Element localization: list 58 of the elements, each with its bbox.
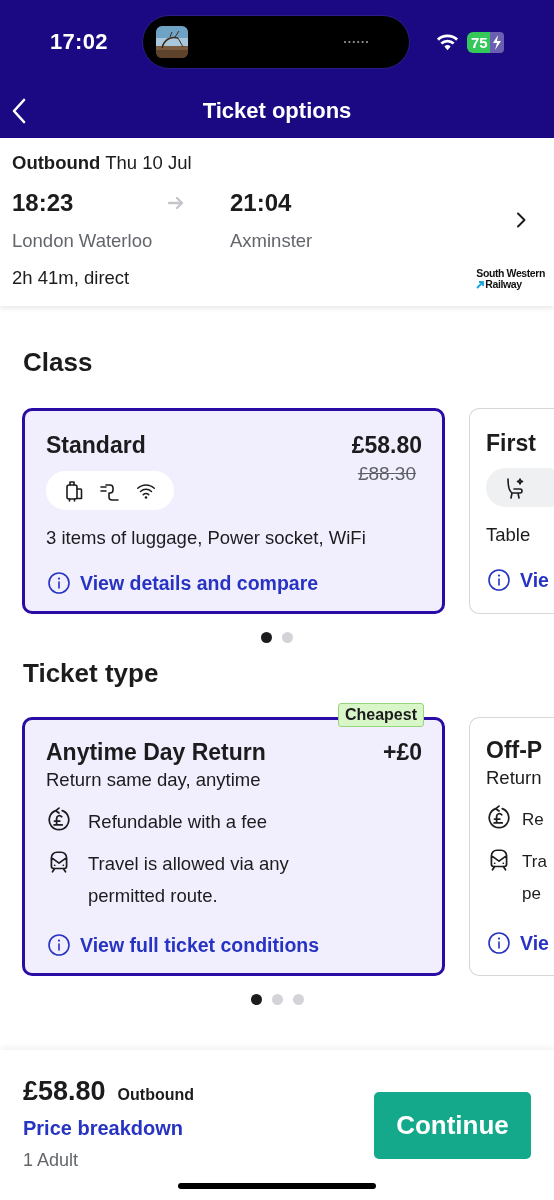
waveform-icon <box>343 40 369 44</box>
info-icon <box>47 933 71 957</box>
info-icon <box>487 568 511 592</box>
page-dot[interactable] <box>292 994 304 1005</box>
wifi-icon <box>436 33 459 51</box>
operator-name: Railway <box>485 279 522 290</box>
class-features: Table <box>486 523 532 547</box>
ticket-subtitle: Return <box>486 766 543 790</box>
passenger-count: 1 Adult <box>23 1150 80 1171</box>
ticket-price: +£0 <box>383 738 422 766</box>
details-link[interactable]: View full ticket conditions <box>47 933 320 957</box>
class-features: 3 items of luggage, Power socket, WiFi <box>46 526 367 550</box>
page-dot[interactable] <box>271 994 283 1005</box>
details-link[interactable]: Vie <box>487 931 549 955</box>
arrival-time: 21:04 <box>230 188 293 218</box>
class-card[interactable]: First Table Vie <box>469 408 554 614</box>
info-icon <box>47 571 71 595</box>
section-title: Class <box>23 346 94 378</box>
ticket-condition: Tra pe <box>522 851 548 905</box>
arrow-right-icon <box>168 196 184 210</box>
journey-direction: Outbound <box>117 1086 194 1104</box>
refund-icon <box>486 805 512 831</box>
clock-time: 17:02 <box>50 29 109 55</box>
journey-card[interactable]: Outbound Thu 10 Jul 18:23 21:04 London Waterloo Axminster 2h 41m, direct South Western Railway <box>0 138 554 306</box>
ticket-subtitle: Return same day, anytime <box>46 768 262 792</box>
section-title: Ticket type <box>23 657 160 689</box>
price-breakdown-link[interactable]: Price breakdown <box>23 1117 194 1140</box>
journey-summary: 2h 41m, direct <box>12 267 131 289</box>
ticket-condition: Re <box>522 809 544 831</box>
destination-station: Axminster <box>230 230 314 252</box>
total-price: £58.80 <box>23 1076 106 1107</box>
departure-time: 18:23 <box>12 188 75 218</box>
refund-icon <box>46 807 72 833</box>
battery-level: 75 <box>467 31 490 53</box>
class-price: £58.80 <box>351 431 422 459</box>
page-dot[interactable] <box>261 632 272 643</box>
ticket-name: Anytime Day Return <box>46 738 266 766</box>
screen-title: Ticket options <box>202 98 352 124</box>
ticket-condition: Refundable with a fee <box>88 810 267 834</box>
chevron-right-icon <box>516 212 526 228</box>
cheapest-badge: Cheapest <box>337 703 424 727</box>
original-price: £88.30 <box>357 463 416 485</box>
ticket-name: Off-P <box>486 736 543 764</box>
details-link[interactable]: View details and compare <box>47 571 319 595</box>
operator-name: South Western <box>476 268 545 279</box>
journey-date: Outbound Thu 10 Jul <box>12 152 193 174</box>
back-icon <box>12 98 26 124</box>
info-icon <box>487 931 511 955</box>
class-name: First <box>486 429 536 457</box>
operator-arrow-icon <box>476 280 485 289</box>
details-link[interactable]: Vie <box>487 568 549 592</box>
page-dot[interactable] <box>250 994 262 1005</box>
page-dot[interactable] <box>282 632 293 643</box>
class-name: Standard <box>46 431 146 459</box>
class-card[interactable]: Standard £58.80 £88.30 3 items of luggage, Power socket, WiFi View details and compare <box>22 408 445 614</box>
ticket-condition: Travel is allowed via any permitted route. <box>88 852 290 908</box>
ticket-card[interactable]: Off-P Return Re Tra pe Vie <box>469 717 554 976</box>
origin-station: London Waterloo <box>12 230 154 252</box>
